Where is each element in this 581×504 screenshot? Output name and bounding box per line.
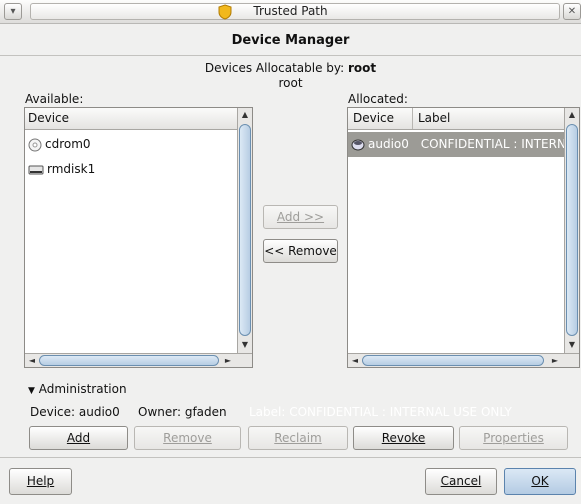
scroll-thumb[interactable]: [362, 355, 544, 366]
device-name: rmdisk1: [47, 162, 96, 176]
column-header-device[interactable]: Device: [348, 108, 412, 129]
allocatable-prefix: Devices Allocatable by:: [204, 61, 349, 75]
admin-properties-label: Properties: [483, 431, 544, 445]
administration-expander[interactable]: ▼ Administration: [28, 382, 127, 396]
available-horizontal-scrollbar[interactable]: ◄ ►: [25, 353, 252, 367]
allocated-horizontal-scrollbar[interactable]: ◄ ►: [348, 353, 579, 367]
allocatable-by: Devices Allocatable by: root: [0, 61, 581, 75]
allocated-device-list[interactable]: Device Label audio0 CONFIDENTIAL : INTER…: [347, 107, 580, 368]
admin-label-text: Label: CONFIDENTIAL : INTERNAL USE ONLY: [249, 405, 512, 419]
admin-add-label: Add: [66, 431, 91, 445]
close-icon: ✕: [567, 6, 577, 17]
admin-reclaim-button[interactable]: Reclaim: [248, 426, 348, 450]
help-button[interactable]: Help: [9, 468, 72, 495]
header-divider: [0, 55, 581, 56]
window-title: Trusted Path: [253, 4, 328, 18]
cdrom-icon: [28, 138, 42, 151]
scroll-right-icon[interactable]: ►: [223, 356, 233, 366]
scroll-left-icon[interactable]: ◄: [350, 356, 360, 366]
remove-transfer-label: << Remove: [264, 244, 337, 258]
ok-label: OK: [531, 474, 549, 488]
admin-remove-button[interactable]: Remove: [134, 426, 241, 450]
admin-revoke-label: Revoke: [381, 431, 426, 445]
scroll-thumb[interactable]: [239, 124, 251, 336]
add-transfer-label: Add >>: [276, 210, 325, 224]
page-title: Device Manager: [231, 33, 350, 48]
scroll-thumb[interactable]: [39, 355, 219, 366]
ok-button[interactable]: OK: [504, 468, 576, 495]
removable-disk-icon: [28, 165, 44, 174]
scroll-down-icon[interactable]: ▼: [240, 340, 250, 350]
device-name: audio0: [368, 137, 409, 151]
scroll-up-icon[interactable]: ▲: [240, 110, 250, 120]
scroll-thumb[interactable]: [566, 124, 578, 336]
allocatable-user: root: [348, 61, 377, 75]
cancel-label: Cancel: [440, 474, 482, 488]
admin-properties-button[interactable]: Properties: [459, 426, 568, 450]
audio-device-icon: [351, 139, 365, 150]
column-header-device[interactable]: Device: [25, 108, 237, 130]
current-user: root: [278, 76, 303, 90]
available-device-list[interactable]: Device cdrom0 rmdisk1 ▲ ▼ ◄ ►: [24, 107, 253, 368]
cancel-button[interactable]: Cancel: [425, 468, 497, 495]
scroll-up-icon[interactable]: ▲: [567, 110, 577, 120]
remove-from-allocated-button[interactable]: << Remove: [263, 239, 338, 263]
expander-arrow-icon: ▼: [28, 386, 35, 396]
allocated-column-headers: Device Label: [348, 108, 564, 130]
available-label: Available:: [25, 92, 84, 106]
available-vertical-scrollbar[interactable]: ▲ ▼: [237, 108, 252, 353]
device-label: CONFIDENTIAL : INTERNA: [420, 137, 564, 151]
administration-label: Administration: [38, 382, 127, 396]
admin-reclaim-label: Reclaim: [274, 431, 322, 445]
column-header-device-label: Device: [28, 111, 70, 125]
add-to-allocated-button[interactable]: Add >>: [263, 205, 338, 229]
admin-add-button[interactable]: Add: [29, 426, 128, 450]
admin-remove-label: Remove: [163, 431, 212, 445]
allocated-label: Allocated:: [348, 92, 408, 106]
admin-revoke-button[interactable]: Revoke: [353, 426, 454, 450]
footer-divider: [0, 457, 581, 458]
admin-owner-text: Owner: gfaden: [138, 405, 227, 419]
scroll-down-icon[interactable]: ▼: [567, 340, 577, 350]
admin-device-text: Device: audio0: [30, 405, 120, 419]
help-label: Help: [26, 474, 55, 488]
list-item[interactable]: rmdisk1: [25, 157, 237, 182]
allocated-vertical-scrollbar[interactable]: ▲ ▼: [564, 108, 579, 353]
list-item[interactable]: audio0 CONFIDENTIAL : INTERNA: [348, 132, 564, 157]
list-item[interactable]: cdrom0: [25, 132, 237, 157]
column-header-label[interactable]: Label: [412, 108, 564, 129]
device-name: cdrom0: [45, 137, 91, 151]
scroll-right-icon[interactable]: ►: [550, 356, 560, 366]
scroll-left-icon[interactable]: ◄: [27, 356, 37, 366]
close-window-button[interactable]: ✕: [563, 3, 581, 20]
